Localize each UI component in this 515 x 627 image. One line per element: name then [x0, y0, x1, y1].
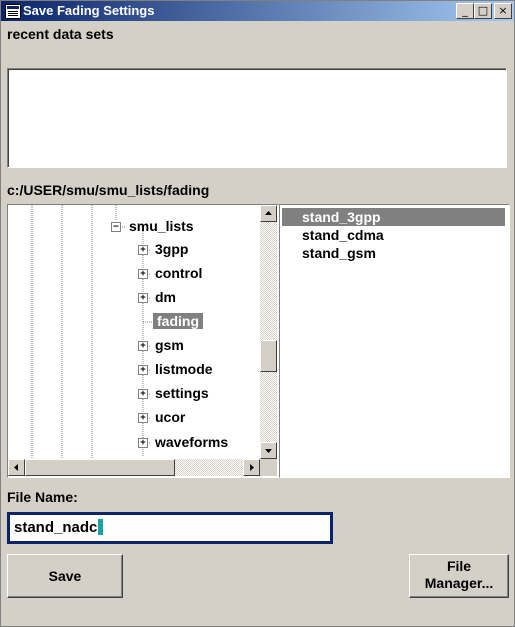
recent-data-sets-label: recent data sets — [7, 26, 114, 42]
scroll-left-button[interactable] — [8, 459, 25, 476]
tree-node-fading[interactable]: fading — [153, 313, 203, 329]
expand-icon[interactable]: + — [138, 293, 148, 303]
arrow-down-icon — [265, 449, 272, 453]
tree-guide-lines — [31, 205, 153, 459]
title-bar: Save Fading Settings _ □ × — [1, 1, 514, 21]
expand-icon[interactable]: + — [138, 341, 148, 351]
tree-node-settings[interactable]: settings — [155, 385, 209, 401]
tree-node-waveforms[interactable]: waveforms — [155, 434, 228, 450]
arrow-right-icon — [250, 464, 254, 471]
expand-icon[interactable]: + — [138, 269, 148, 279]
scroll-thumb[interactable] — [260, 340, 277, 372]
directory-tree[interactable]: − smu_lists + 3gpp + control + dm fading… — [7, 204, 279, 478]
close-button[interactable]: × — [494, 3, 512, 19]
scroll-down-button[interactable] — [260, 442, 277, 459]
expand-icon[interactable]: + — [138, 365, 148, 375]
expand-icon[interactable]: + — [138, 438, 148, 448]
scroll-right-button[interactable] — [243, 459, 260, 476]
tree-node-control[interactable]: control — [155, 265, 202, 281]
file-name-input[interactable]: stand_nadc — [7, 512, 333, 544]
file-name-label: File Name: — [7, 489, 78, 505]
current-path-label: c:/USER/smu/smu_lists/fading — [7, 182, 210, 198]
minimize-button[interactable]: _ — [456, 3, 474, 19]
arrow-up-icon — [265, 211, 272, 215]
file-manager-button[interactable]: File Manager... — [409, 554, 509, 598]
file-item-stand-3gpp[interactable]: stand_3gpp — [282, 208, 505, 226]
tree-horizontal-scrollbar[interactable] — [8, 459, 260, 476]
file-manager-label-line2: Manager... — [424, 575, 494, 591]
tree-node-dm[interactable]: dm — [155, 289, 176, 305]
window-title: Save Fading Settings — [23, 3, 155, 18]
file-list[interactable]: stand_3gpp stand_cdma stand_gsm — [279, 204, 510, 478]
file-item-stand-gsm[interactable]: stand_gsm — [282, 244, 505, 262]
recent-data-sets-list[interactable] — [7, 68, 507, 168]
file-name-value: stand_nadc — [14, 519, 104, 536]
scroll-up-button[interactable] — [260, 205, 277, 222]
app-window-icon — [5, 4, 21, 19]
tree-node-ucor[interactable]: ucor — [155, 409, 185, 425]
text-cursor — [98, 519, 104, 535]
tree-node-root[interactable]: smu_lists — [129, 218, 194, 234]
file-item-stand-cdma[interactable]: stand_cdma — [282, 226, 505, 244]
expand-icon[interactable]: + — [138, 389, 148, 399]
save-button[interactable]: Save — [7, 554, 123, 598]
expand-icon[interactable]: + — [138, 245, 148, 255]
expand-icon[interactable]: + — [138, 413, 148, 423]
save-fading-settings-dialog: Save Fading Settings _ □ × recent data s… — [0, 0, 515, 627]
tree-node-3gpp[interactable]: 3gpp — [155, 241, 188, 257]
arrow-left-icon — [14, 464, 18, 471]
tree-node-gsm[interactable]: gsm — [155, 337, 184, 353]
scrollbar-corner — [260, 459, 277, 476]
tree-vertical-scrollbar[interactable] — [260, 205, 277, 459]
tree-node-listmode[interactable]: listmode — [155, 361, 213, 377]
collapse-icon[interactable]: − — [111, 222, 121, 232]
maximize-button[interactable]: □ — [474, 3, 492, 19]
file-manager-label-line1: File — [446, 558, 472, 574]
horizontal-scroll-thumb[interactable] — [25, 459, 175, 476]
